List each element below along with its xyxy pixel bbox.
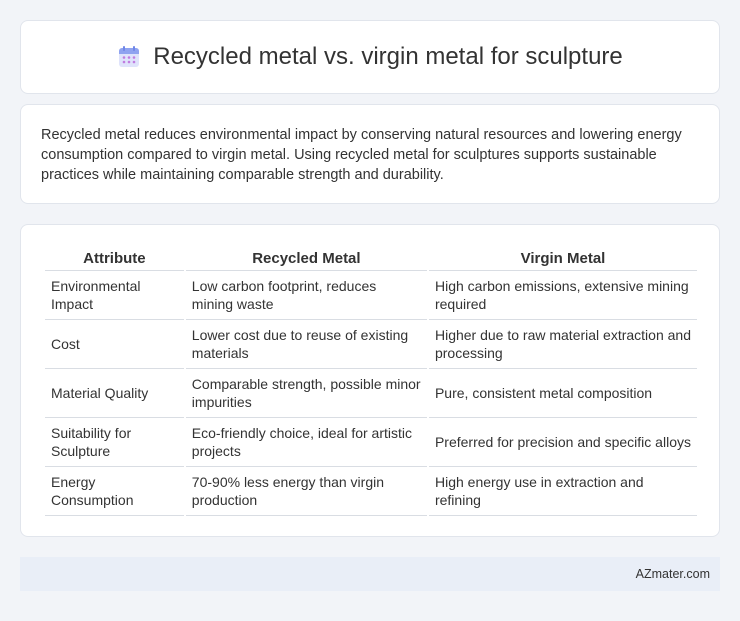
table-row: Environmental Impact Low carbon footprin… xyxy=(45,271,697,320)
title-card: Recycled metal vs. virgin metal for scul… xyxy=(20,20,720,94)
cell-recycled: Eco-friendly choice, ideal for artistic … xyxy=(185,418,427,467)
cell-virgin: Higher due to raw material extraction an… xyxy=(428,320,697,369)
cell-virgin: High energy use in extraction and refini… xyxy=(428,467,697,516)
cell-recycled: Lower cost due to reuse of existing mate… xyxy=(185,320,427,369)
title-wrap: Recycled metal vs. virgin metal for scul… xyxy=(117,43,623,71)
footer: AZmater.com xyxy=(20,557,720,591)
table-row: Cost Lower cost due to reuse of existing… xyxy=(45,320,697,369)
cell-recycled: Comparable strength, possible minor impu… xyxy=(185,369,427,418)
table-header-row: Attribute Recycled Metal Virgin Metal xyxy=(45,245,697,271)
table-row: Suitability for Sculpture Eco-friendly c… xyxy=(45,418,697,467)
cell-virgin: Pure, consistent metal composition xyxy=(428,369,697,418)
header-recycled-metal: Recycled Metal xyxy=(185,245,427,271)
cell-virgin: Preferred for precision and specific all… xyxy=(428,418,697,467)
cell-recycled: 70-90% less energy than virgin productio… xyxy=(185,467,427,516)
cell-attribute: Energy Consumption xyxy=(45,467,184,516)
page-title: Recycled metal vs. virgin metal for scul… xyxy=(153,43,623,70)
calendar-icon xyxy=(117,45,141,69)
cell-virgin: High carbon emissions, extensive mining … xyxy=(428,271,697,320)
header-attribute: Attribute xyxy=(45,245,184,271)
cell-attribute: Environmental Impact xyxy=(45,271,184,320)
table-row: Energy Consumption 70-90% less energy th… xyxy=(45,467,697,516)
intro-card: Recycled metal reduces environmental imp… xyxy=(20,104,720,204)
footer-site-link[interactable]: AZmater.com xyxy=(636,567,710,581)
cell-attribute: Material Quality xyxy=(45,369,184,418)
header-virgin-metal: Virgin Metal xyxy=(428,245,697,271)
cell-recycled: Low carbon footprint, reduces mining was… xyxy=(185,271,427,320)
intro-text: Recycled metal reduces environmental imp… xyxy=(41,127,682,183)
table-row: Material Quality Comparable strength, po… xyxy=(45,369,697,418)
cell-attribute: Suitability for Sculpture xyxy=(45,418,184,467)
comparison-table-card: Attribute Recycled Metal Virgin Metal En… xyxy=(20,224,720,537)
comparison-table: Attribute Recycled Metal Virgin Metal En… xyxy=(43,245,699,516)
cell-attribute: Cost xyxy=(45,320,184,369)
